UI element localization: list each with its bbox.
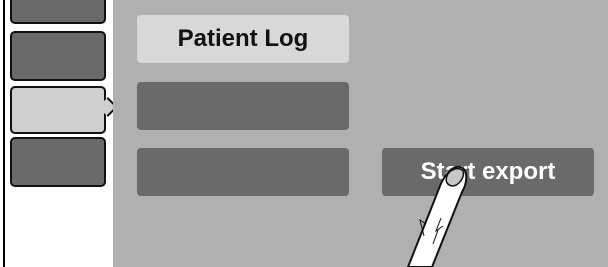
side-tab-2[interactable] [10, 31, 106, 81]
menu-button-2[interactable] [137, 82, 349, 130]
side-tab-3-selected[interactable] [10, 86, 106, 134]
side-tab-1[interactable] [10, 0, 106, 24]
menu-button-3[interactable] [137, 148, 349, 196]
start-export-button[interactable]: Start export [382, 148, 594, 196]
patient-log-button[interactable]: Patient Log [137, 15, 349, 63]
side-tab-4[interactable] [10, 137, 106, 187]
left-divider [3, 0, 5, 267]
